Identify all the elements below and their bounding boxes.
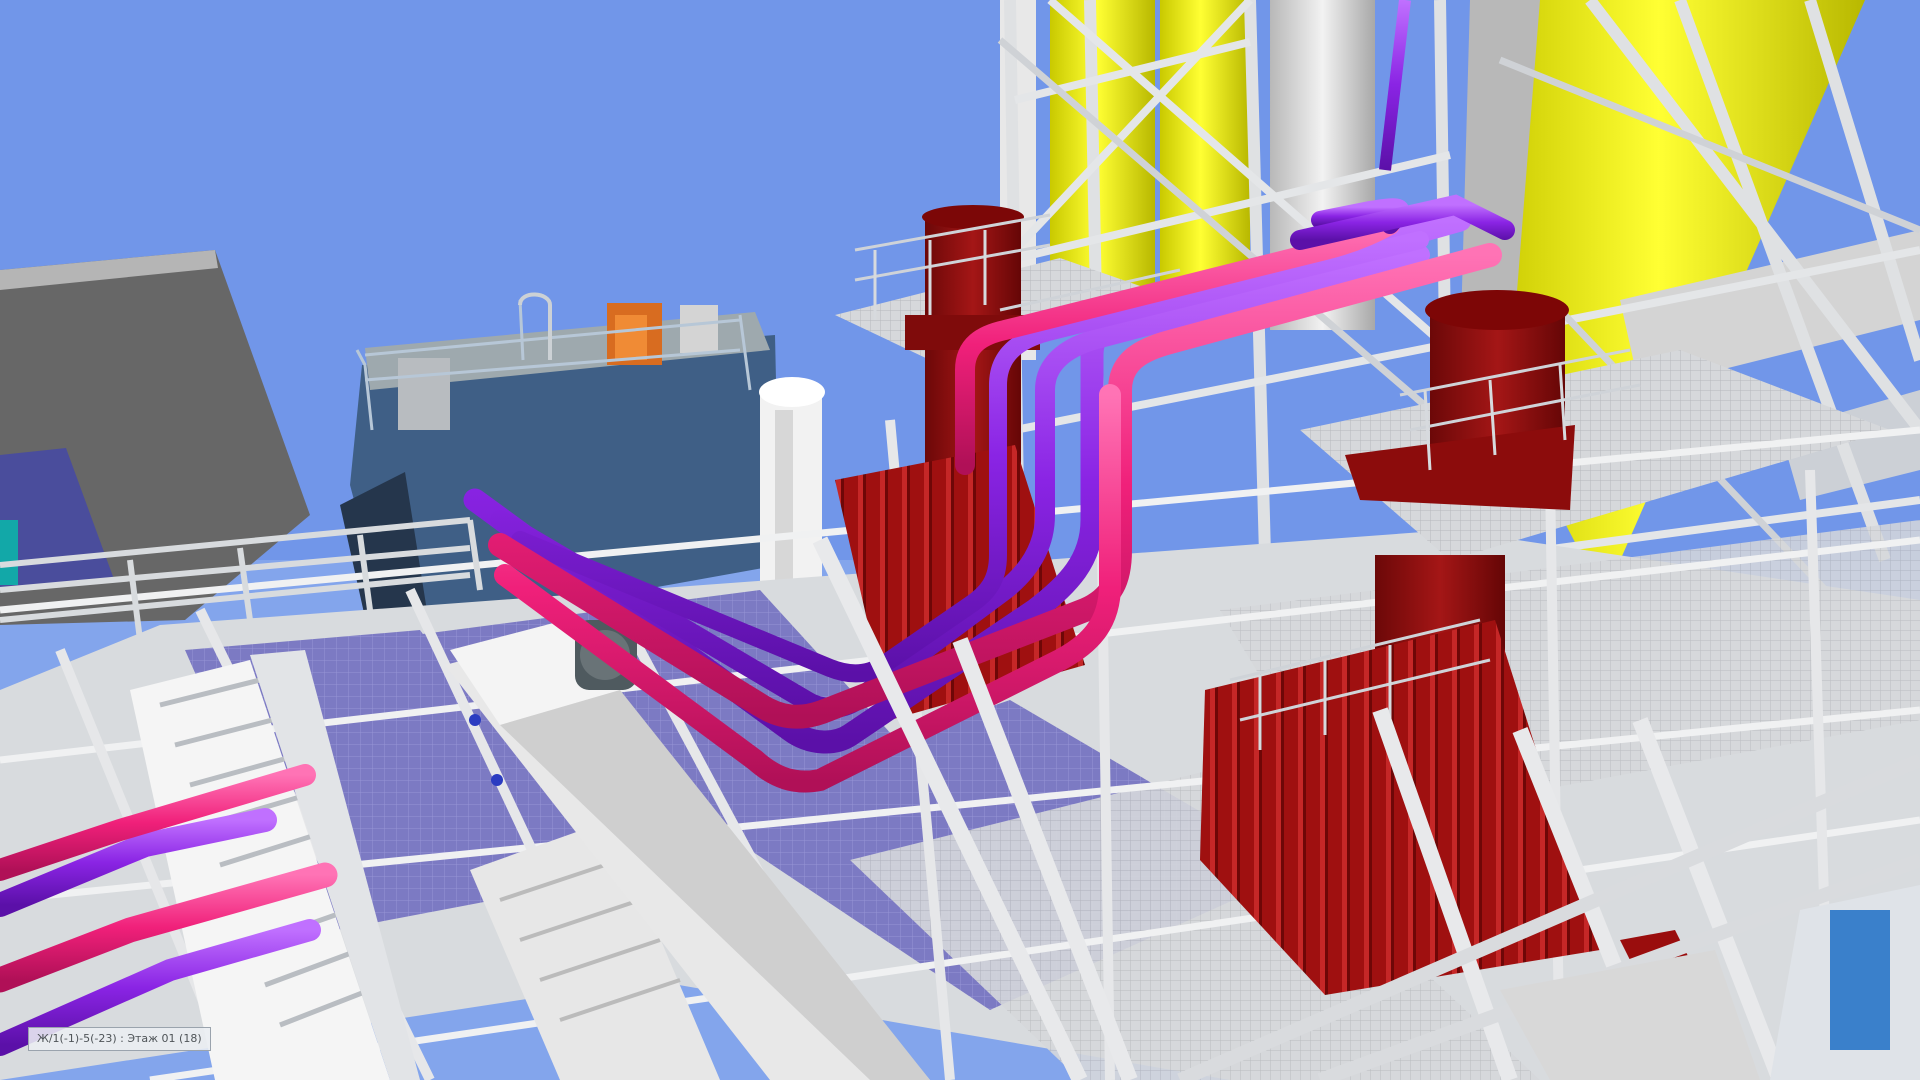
plant-model-scene[interactable] (0, 0, 1920, 1080)
level-status-label: Ж/1(-1)-5(-23) : Этаж 01 (18) (28, 1027, 211, 1051)
3d-viewport[interactable]: Ж/1(-1)-5(-23) : Этаж 01 (18) (0, 0, 1920, 1080)
